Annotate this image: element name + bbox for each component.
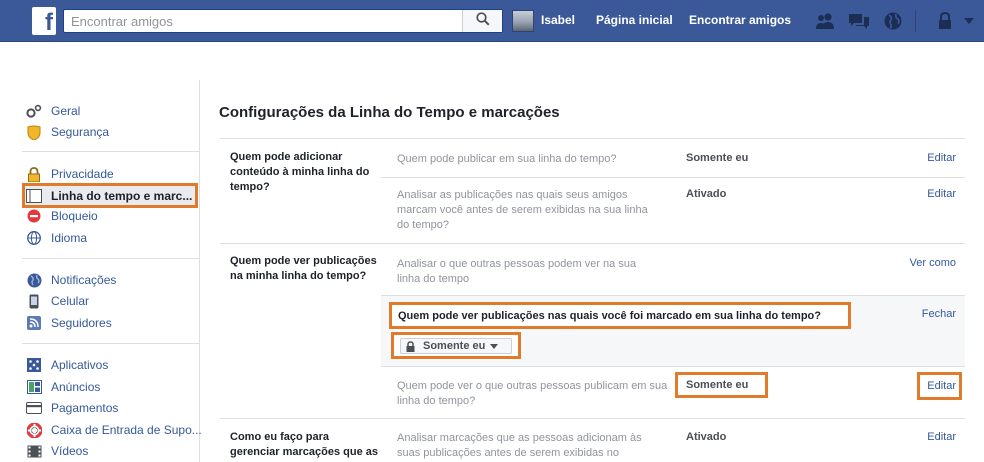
section-label-who-can-add: Quem pode adicionar conteúdo à minha lin… <box>230 151 370 193</box>
sidebar-item-label: Celular <box>51 294 90 308</box>
sidebar-item-blocking[interactable]: Bloqueio <box>26 206 98 226</box>
sidebar-item-label: Segurança <box>51 125 110 139</box>
section-divider <box>220 243 965 244</box>
ads-icon <box>26 379 42 395</box>
topbar-divider <box>915 10 916 32</box>
sidebar-divider <box>22 343 200 344</box>
sidebar-divider <box>22 258 200 259</box>
expanded-setting-question: Quem pode ver publicações nas quais você… <box>389 302 851 329</box>
sidebar-item-general[interactable]: Geral <box>26 101 80 121</box>
sidebar-item-timeline-tagging[interactable]: Linha do tempo e marc... <box>26 186 192 206</box>
home-link[interactable]: Página inicial <box>596 13 673 27</box>
setting-value: Somente eu <box>686 379 749 391</box>
setting-description: Analisar marcações que as pessoas adicio… <box>397 432 642 459</box>
audience-selector-label: Somente eu <box>423 340 486 352</box>
edit-link[interactable]: Editar <box>927 152 956 164</box>
find-friends-link[interactable]: Encontrar amigos <box>689 13 791 27</box>
sidebar-item-mobile[interactable]: Celular <box>26 291 89 311</box>
sidebar-item-followers[interactable]: Seguidores <box>26 313 112 333</box>
friend-requests-icon[interactable] <box>814 11 836 31</box>
user-avatar[interactable] <box>512 10 534 32</box>
dropdown-caret-icon[interactable] <box>958 11 980 31</box>
timeline-icon <box>26 188 42 204</box>
view-as-link[interactable]: Ver como <box>910 257 956 269</box>
sidebar-item-payments[interactable]: Pagamentos <box>26 398 118 418</box>
edit-link[interactable]: Editar <box>927 188 956 200</box>
sidebar-item-label: Bloqueio <box>51 209 98 223</box>
setting-value: Ativado <box>686 431 727 443</box>
lock-icon <box>406 340 415 352</box>
sidebar-item-support-inbox[interactable]: Caixa de Entrada de Supo... <box>26 420 202 440</box>
sidebar-item-label: Notificações <box>51 273 117 287</box>
video-icon <box>26 443 42 459</box>
row-divider <box>381 366 965 367</box>
language-icon <box>26 230 42 246</box>
close-link[interactable]: Fechar <box>922 308 956 320</box>
setting-description: Quem pode publicar em sua linha do tempo… <box>397 153 617 165</box>
chevron-down-icon <box>490 343 499 349</box>
edit-link[interactable]: Editar <box>927 431 956 443</box>
setting-value: Somente eu <box>686 152 749 164</box>
setting-description: Analisar as publicações nas quais seus a… <box>397 189 648 231</box>
sidebar-item-notifications[interactable]: Notificações <box>26 270 116 290</box>
card-icon <box>26 400 42 416</box>
audience-selector-highlight: Somente eu <box>391 332 521 359</box>
sidebar-item-label: Anúncios <box>51 380 101 394</box>
title-divider <box>220 138 965 139</box>
section-label-who-can-see: Quem pode ver publicações na minha linha… <box>230 255 377 282</box>
lock-icon <box>26 166 42 182</box>
row-divider <box>381 177 965 178</box>
facebook-logo[interactable]: f <box>32 7 56 35</box>
block-icon <box>26 208 42 224</box>
setting-value: Ativado <box>686 188 727 200</box>
privacy-lock-icon[interactable] <box>934 11 956 31</box>
sidebar-item-apps[interactable]: Aplicativos <box>26 355 108 375</box>
sidebar-item-privacy[interactable]: Privacidade <box>26 164 114 184</box>
sidebar-item-ads[interactable]: Anúncios <box>26 377 100 397</box>
search-input[interactable] <box>64 10 464 32</box>
lifebuoy-icon <box>26 422 42 438</box>
section-label-manage-tags: Como eu faço para gerenciar marcações qu… <box>230 431 378 462</box>
top-navigation-bar: f Isabel Página inicial Encontrar amigos <box>0 0 984 42</box>
sidebar-item-label: Idioma <box>51 231 88 245</box>
search-button[interactable] <box>462 10 502 32</box>
setting-description: Analisar o que outras pessoas podem ver … <box>397 258 637 285</box>
globe-icon <box>26 272 42 288</box>
sidebar-item-label: Geral <box>51 104 81 118</box>
search-box <box>63 9 503 33</box>
setting-description: Quem pode ver o que outras pessoas publi… <box>397 380 668 407</box>
sidebar-item-label: Caixa de Entrada de Supo... <box>51 423 202 437</box>
notifications-globe-icon[interactable] <box>882 11 904 31</box>
apps-icon <box>26 357 42 373</box>
edit-link[interactable]: Editar <box>927 380 956 392</box>
sidebar-item-language[interactable]: Idioma <box>26 228 87 248</box>
page-title: Configurações da Linha do Tempo e marcaç… <box>219 104 560 121</box>
gear-icon <box>26 103 42 119</box>
mobile-icon <box>26 293 42 309</box>
sidebar-item-label: Vídeos <box>51 444 89 458</box>
messages-icon[interactable] <box>848 11 870 31</box>
audience-selector-button[interactable]: Somente eu <box>400 338 512 354</box>
search-icon <box>475 11 490 31</box>
rss-icon <box>26 315 42 331</box>
sidebar-item-label: Pagamentos <box>51 401 119 415</box>
shield-icon <box>26 124 42 140</box>
sidebar-item-label: Seguidores <box>51 316 112 330</box>
profile-link[interactable]: Isabel <box>541 13 575 27</box>
sidebar-item-videos[interactable]: Vídeos <box>26 441 88 461</box>
sidebar-item-label: Aplicativos <box>51 358 109 372</box>
section-divider <box>220 418 965 419</box>
sidebar-divider <box>22 151 200 152</box>
sidebar-item-security[interactable]: Segurança <box>26 122 109 142</box>
sidebar-item-label: Linha do tempo e marc... <box>51 189 193 203</box>
sidebar-item-label: Privacidade <box>51 167 114 181</box>
